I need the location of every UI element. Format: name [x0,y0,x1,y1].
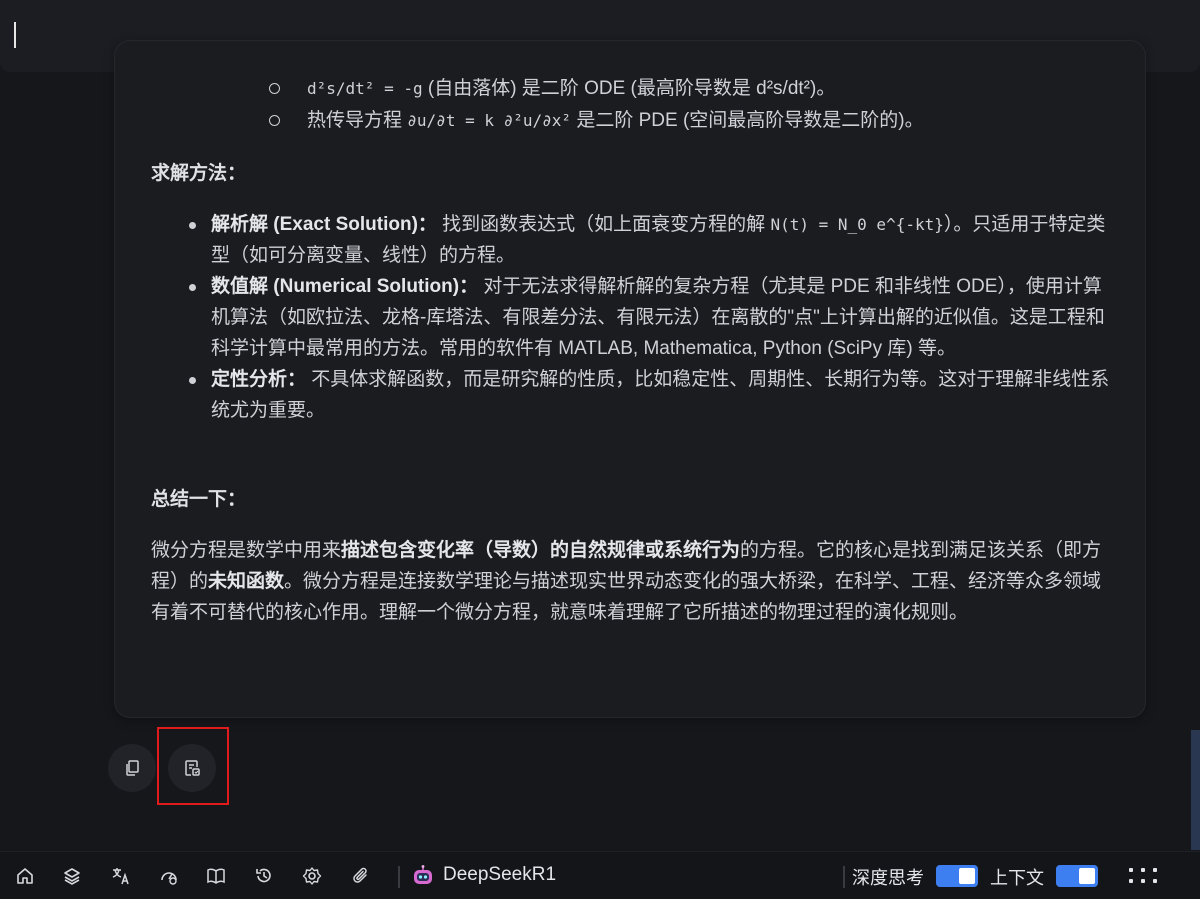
summary-bold: 未知函数 [208,571,285,592]
copy-icon [126,760,139,776]
dashboard-icon[interactable] [159,866,179,886]
hollow-bullet-icon [269,115,280,126]
model-name[interactable]: DeepSeekR1 [443,864,556,886]
inline-formula: ∂u/∂t = k ∂²u/∂x² [407,111,572,130]
summary-bold: 描述包含变化率（导数）的自然规律或系统行为 [341,540,741,561]
history-icon[interactable] [254,866,274,886]
sub-item-text: (自由落体) 是二阶 ODE (最高阶导数是 d²s/dt²)。 [422,78,836,99]
method-item: 解析解 (Exact Solution)： 找到函数表达式（如上面衰变方程的解 … [189,209,1111,271]
toggle-knob [959,868,975,884]
settings-icon[interactable] [302,866,322,886]
answer-card: d²s/dt² = -g (自由落体) 是二阶 ODE (最高阶导数是 d²s/… [114,40,1146,718]
sub-item-text: 是二阶 PDE (空间最高阶导数是二阶的)。 [571,110,924,131]
methods-heading: 求解方法： [151,163,247,184]
method-title: 数值解 (Numerical Solution)： [211,276,479,297]
sub-list-item: 热传导方程 ∂u/∂t = k ∂²u/∂x² 是二阶 PDE (空间最高阶导数… [269,105,924,137]
hollow-bullet-icon [269,83,280,94]
method-title: 定性分析： [211,369,307,390]
bullet-icon [189,222,196,229]
translate-icon[interactable] [111,866,131,886]
toolbar-separator [843,866,845,888]
highlight-box [157,727,229,805]
context-toggle[interactable] [1056,865,1098,887]
summary-paragraph: 微分方程是数学中用来描述包含变化率（导数）的自然规律或系统行为的方程。它的核心是… [151,535,1111,628]
deep-think-toggle[interactable] [936,865,978,887]
sub-list-item: d²s/dt² = -g (自由落体) 是二阶 ODE (最高阶导数是 d²s/… [269,73,924,105]
attachment-icon[interactable] [351,866,371,886]
example-sublist: d²s/dt² = -g (自由落体) 是二阶 ODE (最高阶导数是 d²s/… [269,73,924,137]
context-label: 上下文 [990,868,1044,888]
method-item: 定性分析： 不具体求解函数，而是研究解的性质，比如稳定性、周期性、长期行为等。这… [189,364,1111,426]
grid-menu-icon[interactable] [1128,868,1158,884]
bottom-toolbar: DeepSeekR1 深度思考 上下文 [0,851,1200,899]
method-item: 数值解 (Numerical Solution)： 对于无法求得解析解的复杂方程… [189,271,1111,364]
text-cursor [14,22,16,48]
method-text: 不具体求解函数，而是研究解的性质，比如稳定性、周期性、长期行为等。这对于理解非线… [211,369,1110,421]
bullet-icon [189,377,196,384]
summary-text: 。微分方程是连接数学理论与描述现实世界动态变化的强大桥梁，在科学、工程、经济等众… [151,571,1102,623]
sub-item-prefix: 热传导方程 [307,110,408,131]
robot-avatar-icon [411,864,435,888]
deep-think-label: 深度思考 [852,868,924,888]
summary-text: 微分方程是数学中用来 [151,540,342,561]
book-icon[interactable] [206,866,226,886]
method-text: 找到函数表达式（如上面衰变方程的解 [436,214,771,235]
inline-formula: N(t) = N_0 e^{-kt} [770,215,944,234]
bullet-icon [189,284,196,291]
home-icon[interactable] [15,866,35,886]
layers-icon[interactable] [62,866,82,886]
summary-heading: 总结一下： [151,489,247,510]
inline-formula: d²s/dt² = -g [307,79,423,98]
method-title: 解析解 (Exact Solution)： [211,214,437,235]
methods-list: 解析解 (Exact Solution)： 找到函数表达式（如上面衰变方程的解 … [189,209,1111,426]
copy-button[interactable] [108,744,156,792]
scrollbar-thumb[interactable] [1191,730,1200,850]
toolbar-separator [398,866,400,888]
toggle-knob [1079,868,1095,884]
